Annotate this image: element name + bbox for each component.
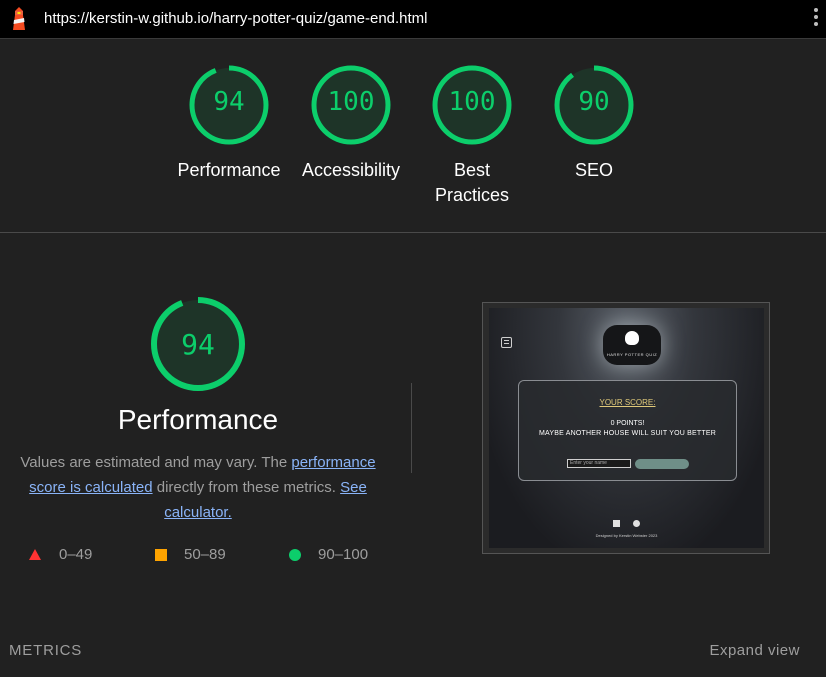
gauge-label: SEO <box>574 160 613 180</box>
gauge-label: Best Practices <box>434 160 510 205</box>
metrics-heading: METRICS <box>9 642 83 659</box>
score-title: YOUR SCORE: <box>599 398 656 407</box>
description-text: Values are estimated and may vary. The <box>20 454 292 471</box>
score-points: 0 POINTS! <box>610 420 645 427</box>
gauge-score: 90 <box>578 87 610 117</box>
fail-triangle-icon <box>29 549 41 560</box>
logo-text: HARRY POTTER QUIZ <box>606 352 658 357</box>
final-screenshot[interactable]: HARRY POTTER QUIZ YOUR SCORE: 0 POINTS! … <box>482 302 770 554</box>
legend-range: 50–89 <box>184 546 226 563</box>
lighthouse-logo-icon <box>13 7 25 30</box>
gauge-label: Accessibility <box>301 160 401 180</box>
site-logo: HARRY POTTER QUIZ <box>603 325 661 365</box>
gauge-performance[interactable]: 94 Performance <box>169 64 289 183</box>
legend-range: 90–100 <box>318 546 369 563</box>
legend-pass: 90–100 <box>289 546 368 563</box>
social-icons <box>613 520 643 528</box>
more-options-icon[interactable] <box>812 8 820 30</box>
description-text: directly from these metrics. <box>152 479 341 496</box>
score-message: MAYBE ANOTHER HOUSE WILL SUIT YOU BETTER <box>539 430 716 437</box>
name-input: Enter your name <box>567 459 631 468</box>
performance-gauge: 94 <box>149 295 247 393</box>
site-footer: Designed by Kerstin Webster 2023 <box>595 533 658 538</box>
expand-view-toggle[interactable]: Expand view <box>709 642 800 659</box>
average-square-icon <box>155 548 167 561</box>
legend-range: 0–49 <box>59 546 93 563</box>
hamburger-menu-icon <box>501 337 512 348</box>
section-divider <box>0 232 826 233</box>
performance-title: Performance <box>117 404 279 435</box>
linkedin-icon <box>613 520 620 527</box>
gauge-score: 100 <box>327 87 375 117</box>
harry-potter-glyph-icon <box>625 331 639 345</box>
gauge-score: 100 <box>448 87 496 117</box>
address-bar: https://kerstin-w.github.io/harry-potter… <box>0 0 826 39</box>
score-card: YOUR SCORE: 0 POINTS! MAYBE ANOTHER HOUS… <box>518 380 737 481</box>
page-url[interactable]: https://kerstin-w.github.io/harry-potter… <box>44 10 428 27</box>
gauge-score: 94 <box>213 87 245 117</box>
screenshot-image: HARRY POTTER QUIZ YOUR SCORE: 0 POINTS! … <box>489 308 764 548</box>
gauge-best-practices[interactable]: 100 Best Practices <box>412 64 532 208</box>
gauge-label: Performance <box>177 160 281 180</box>
legend-average: 50–89 <box>155 546 226 563</box>
pass-circle-icon <box>289 548 301 561</box>
github-icon <box>633 520 640 527</box>
vertical-divider <box>411 383 412 473</box>
gauge-accessibility[interactable]: 100 Accessibility <box>291 64 411 183</box>
save-score-button <box>635 459 689 469</box>
score-gauges: 94 Performance 100 Accessibility 100 Bes… <box>0 40 826 233</box>
score-legend: 0–49 50–89 90–100 <box>0 546 420 566</box>
performance-score: 94 <box>181 328 215 361</box>
gauge-seo[interactable]: 90 SEO <box>534 64 654 183</box>
legend-fail: 0–49 <box>29 546 92 563</box>
performance-description: Values are estimated and may vary. The p… <box>14 450 382 525</box>
